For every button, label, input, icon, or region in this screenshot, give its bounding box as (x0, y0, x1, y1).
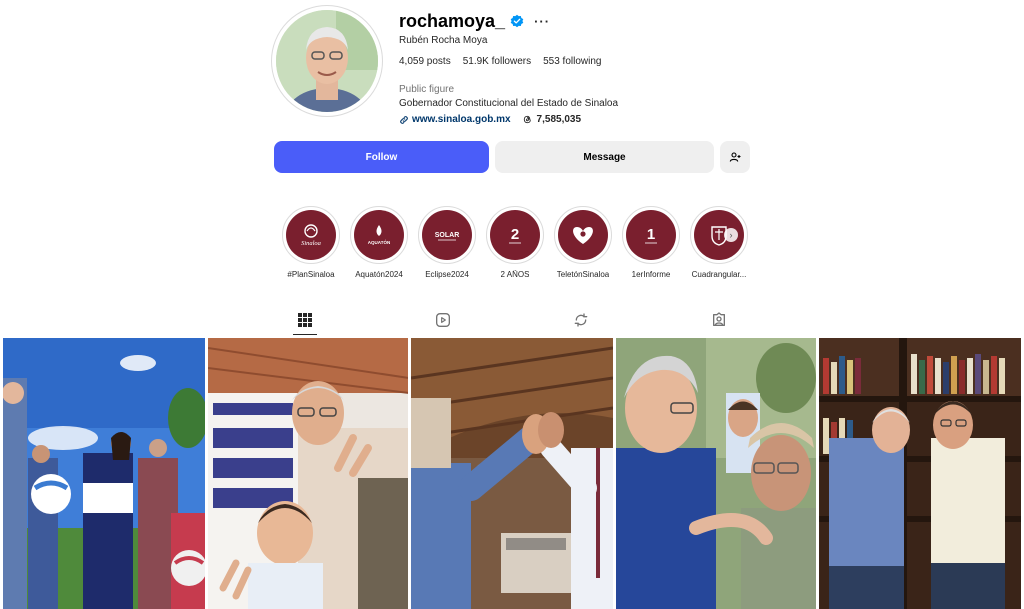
aquaton-logo-icon: AQUATÓN (368, 225, 390, 245)
post-thumbnail-4[interactable] (615, 338, 817, 609)
svg-text:2: 2 (511, 226, 519, 243)
highlight-label: Aquatón2024 (355, 270, 403, 279)
post-image (207, 338, 409, 609)
svg-text:AQUATÓN: AQUATÓN (368, 238, 390, 245)
eclipse-logo-icon: SOLAR (435, 232, 460, 241)
profile-info: rochamoya_ ··· Rubén Rocha Moya 4,059 po… (399, 10, 759, 126)
followers-count[interactable]: 51.9K followers (463, 56, 531, 67)
highlight-eclipse[interactable]: SOLAR Eclipse2024 (418, 206, 476, 279)
teleton-heart-icon (573, 227, 593, 244)
tab-reposts[interactable] (567, 306, 595, 334)
profile-avatar[interactable] (271, 5, 383, 117)
tab-reels[interactable] (429, 306, 457, 334)
highlight-label: TeletónSinaloa (556, 270, 610, 279)
add-person-icon (729, 152, 741, 162)
message-button[interactable]: Message (495, 141, 714, 173)
highlight-cover: 1 (626, 210, 676, 260)
post-thumbnail-5[interactable] (819, 338, 1021, 609)
highlight-teleton[interactable]: TeletónSinaloa (554, 206, 612, 279)
website-link-text: www.sinaloa.gob.mx (412, 114, 511, 125)
highlight-label: Cuadrangular... (691, 270, 747, 279)
suggest-user-button[interactable] (720, 141, 750, 173)
post-thumbnail-1[interactable] (3, 338, 205, 609)
highlight-label: Eclipse2024 (425, 270, 469, 279)
avatar-photo (276, 10, 378, 112)
post-image (411, 338, 613, 609)
verified-badge-icon (510, 14, 524, 28)
tab-tagged[interactable] (705, 306, 733, 334)
threads-count: 7,585,035 (536, 114, 582, 125)
svg-text:SOLAR: SOLAR (435, 232, 460, 239)
username: rochamoya_ (399, 10, 506, 31)
highlight-cover: 2 (490, 210, 540, 260)
highlights-next-arrow-icon[interactable]: › (724, 228, 738, 242)
posts-grid (3, 338, 1021, 609)
post-image (3, 338, 205, 609)
threads-icon (523, 115, 531, 124)
highlight-cuadrangular[interactable]: Cuadrangular... (690, 206, 748, 279)
grid-icon (298, 313, 312, 327)
highlight-cover: SOLAR (422, 210, 472, 260)
repost-icon (574, 313, 588, 327)
posts-count: 4,059 posts (399, 56, 451, 67)
two-years-logo-icon: 2 (509, 226, 521, 244)
highlight-plansinaloa[interactable]: Sinaloa #PlanSinaloa (282, 206, 340, 279)
reels-icon (436, 313, 450, 327)
highlight-cover: Sinaloa (286, 210, 336, 260)
first-report-logo-icon: 1 (645, 226, 657, 244)
tagged-icon (713, 312, 725, 326)
story-highlights: Sinaloa #PlanSinaloa AQUATÓN Aquatón2024… (282, 206, 748, 279)
tab-posts[interactable] (291, 306, 319, 335)
highlight-label: 2 AÑOS (500, 270, 530, 279)
profile-actions: Follow Message (274, 141, 750, 173)
post-image (615, 338, 817, 609)
svg-text:1: 1 (647, 226, 655, 243)
profile-stats: 4,059 posts 51.9K followers 553 followin… (399, 56, 759, 67)
post-thumbnail-2[interactable] (207, 338, 409, 609)
highlight-cover: AQUATÓN (354, 210, 404, 260)
profile-bio: Gobernador Constitucional del Estado de … (399, 98, 619, 109)
follow-button[interactable]: Follow (274, 141, 489, 173)
profile-category: Public figure (399, 84, 455, 95)
highlight-label: #PlanSinaloa (287, 270, 335, 279)
more-options-icon[interactable]: ··· (534, 14, 550, 29)
username-row: rochamoya_ ··· (399, 10, 759, 32)
svg-text:Sinaloa: Sinaloa (301, 240, 321, 247)
post-image (819, 338, 1021, 609)
plan-sinaloa-logo-icon: Sinaloa (301, 224, 321, 247)
highlight-cover (558, 210, 608, 260)
website-link[interactable]: www.sinaloa.gob.mx (399, 114, 511, 125)
following-count[interactable]: 553 following (543, 56, 601, 67)
full-name: Rubén Rocha Moya (399, 35, 488, 46)
highlight-1er-informe[interactable]: 1 1erInforme (622, 206, 680, 279)
highlight-2-anos[interactable]: 2 2 AÑOS (486, 206, 544, 279)
profile-links: www.sinaloa.gob.mx 7,585,035 (399, 114, 759, 125)
highlight-aquaton[interactable]: AQUATÓN Aquatón2024 (350, 206, 408, 279)
post-thumbnail-3[interactable] (411, 338, 613, 609)
link-icon (400, 115, 408, 124)
threads-link[interactable]: 7,585,035 (522, 114, 582, 125)
profile-tabs (270, 306, 760, 335)
highlight-label: 1erInforme (631, 270, 671, 279)
